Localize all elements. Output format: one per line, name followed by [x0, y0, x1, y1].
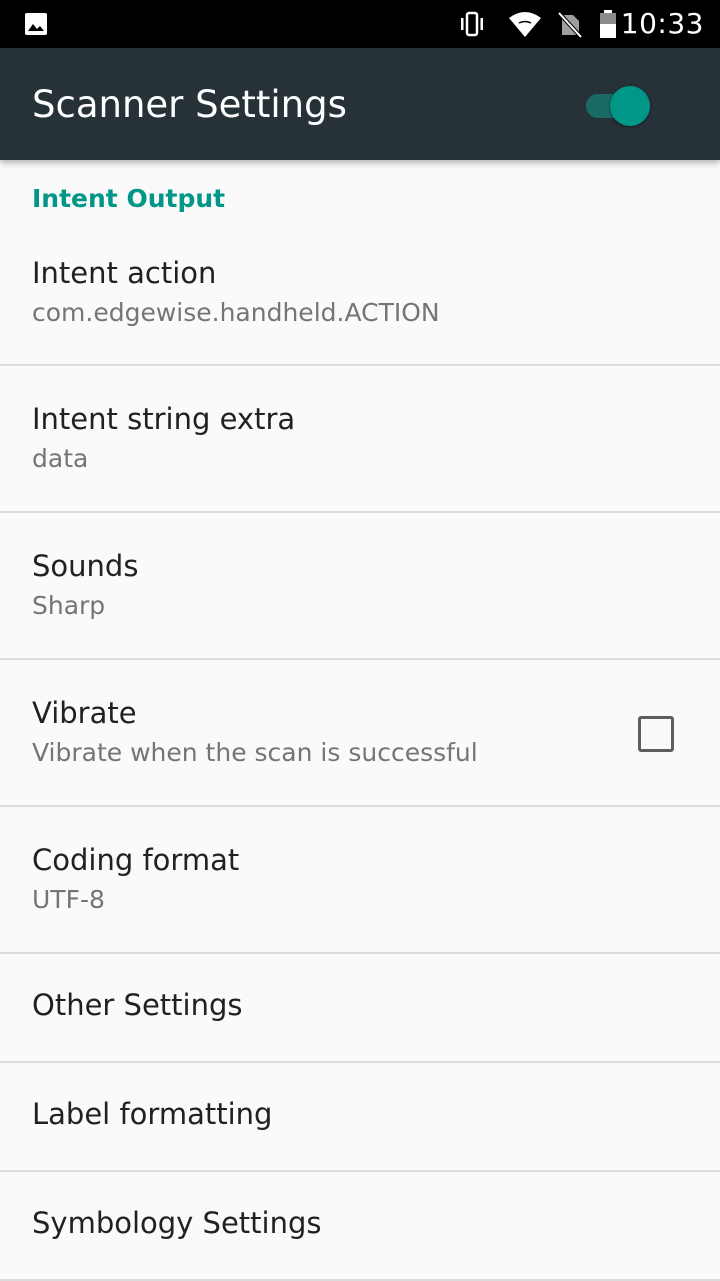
battery-icon	[600, 10, 616, 38]
gallery-icon	[25, 13, 47, 35]
no-sim-icon	[557, 11, 583, 38]
pref-summary: data	[32, 444, 89, 473]
category-title: Intent Output	[32, 184, 226, 213]
status-time: 10:33	[620, 7, 704, 40]
status-bar: 10:33	[0, 0, 720, 48]
pref-summary: com.edgewise.handheld.ACTION	[32, 298, 440, 327]
pref-title: Intent action	[32, 256, 217, 290]
vibrate-icon	[461, 11, 483, 37]
pref-intent-action[interactable]: Intent action com.edgewise.handheld.ACTI…	[0, 232, 720, 366]
preference-list: Intent Output Intent action com.edgewise…	[0, 160, 720, 1281]
wifi-icon	[509, 12, 541, 37]
pref-title: Label formatting	[32, 1097, 273, 1131]
pref-title: Sounds	[32, 549, 139, 583]
pref-title: Vibrate	[32, 696, 137, 730]
pref-summary: UTF-8	[32, 885, 105, 914]
switch-thumb	[610, 86, 650, 126]
pref-symbology-settings[interactable]: Symbology Settings	[0, 1172, 720, 1281]
pref-summary: Sharp	[32, 591, 106, 620]
pref-title: Symbology Settings	[32, 1206, 322, 1240]
pref-other-settings[interactable]: Other Settings	[0, 954, 720, 1063]
pref-summary: Vibrate when the scan is successful	[32, 738, 478, 767]
app-bar: Scanner Settings	[0, 48, 720, 160]
pref-title: Other Settings	[32, 988, 243, 1022]
pref-sounds[interactable]: Sounds Sharp	[0, 513, 720, 660]
page-title: Scanner Settings	[32, 83, 347, 126]
master-toggle-switch[interactable]	[584, 84, 654, 126]
pref-title: Coding format	[32, 843, 240, 877]
pref-coding-format[interactable]: Coding format UTF-8	[0, 807, 720, 954]
preference-category: Intent Output	[0, 160, 720, 232]
pref-title: Intent string extra	[32, 402, 296, 436]
vibrate-checkbox[interactable]	[638, 716, 674, 752]
pref-intent-string-extra[interactable]: Intent string extra data	[0, 366, 720, 513]
pref-label-formatting[interactable]: Label formatting	[0, 1063, 720, 1172]
pref-vibrate[interactable]: Vibrate Vibrate when the scan is success…	[0, 660, 720, 807]
